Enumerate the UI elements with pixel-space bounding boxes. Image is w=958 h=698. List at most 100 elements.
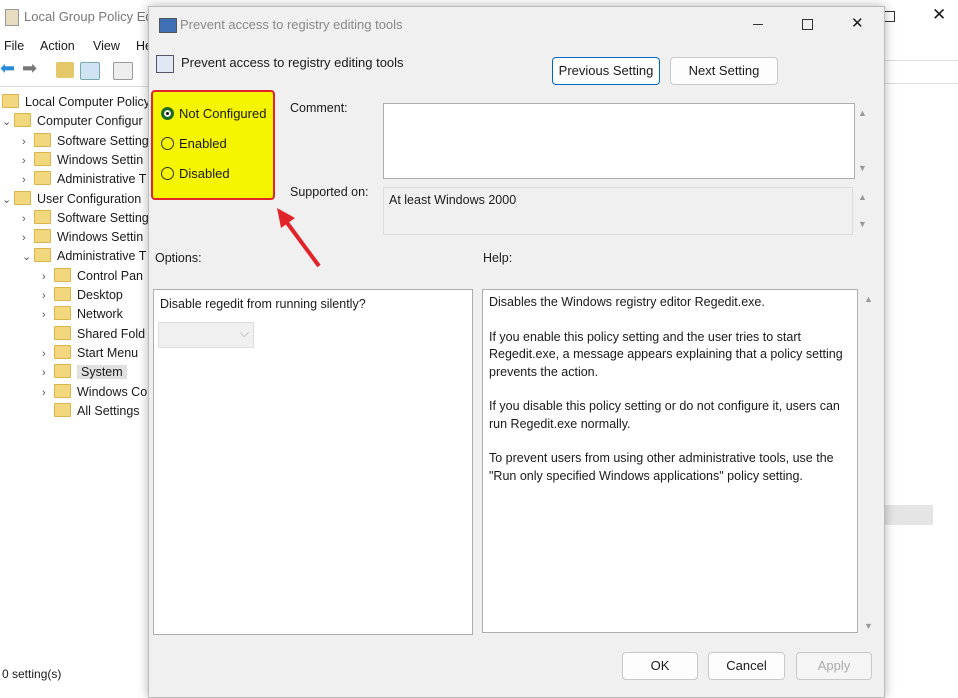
back-icon[interactable]: ⬅ <box>0 58 18 78</box>
tree-item[interactable]: ⌄ User Configuration <box>2 190 141 208</box>
chevron-down-icon[interactable]: ⌄ <box>22 248 34 266</box>
parent-window-title: Local Group Policy Edi <box>24 9 156 24</box>
parent-close-icon[interactable]: ✕ <box>932 5 946 25</box>
radio-icon <box>161 167 174 180</box>
maximize-button[interactable] <box>802 19 813 30</box>
tree-item[interactable]: › Start Menu <box>42 344 138 362</box>
option-dropdown[interactable]: ⌵ <box>158 322 254 348</box>
previous-setting-button[interactable]: Previous Setting <box>552 57 660 85</box>
radio-not-configured[interactable]: Not Configured <box>161 106 266 121</box>
menu-file[interactable]: File <box>4 39 24 53</box>
folder-icon <box>34 209 51 224</box>
parent-window-icon <box>5 9 19 26</box>
forward-icon[interactable]: ➡ <box>22 58 40 78</box>
tree-item[interactable]: › System <box>42 363 127 381</box>
tree-item-label: Administrative T <box>57 172 147 187</box>
chevron-right-icon[interactable]: › <box>42 345 54 363</box>
up-folder-icon[interactable] <box>56 62 74 78</box>
folder-icon <box>54 287 71 301</box>
tree-item-label: Local Computer Policy <box>25 95 151 109</box>
menu-view[interactable]: View <box>93 39 120 53</box>
folder-icon <box>54 267 71 282</box>
chevron-down-icon: ⌵ <box>239 326 249 340</box>
folder-icon <box>34 151 51 166</box>
radio-disabled[interactable]: Disabled <box>161 166 230 181</box>
comment-label: Comment: <box>290 101 348 115</box>
export-list-icon[interactable] <box>113 62 133 80</box>
tree-item-label: Software Setting <box>57 210 149 225</box>
radio-enabled[interactable]: Enabled <box>161 136 227 151</box>
folder-icon <box>34 248 51 263</box>
policy-dialog: Prevent access to registry editing tools… <box>148 6 885 698</box>
divider <box>0 86 148 87</box>
tree-item[interactable]: › Software Setting <box>22 132 149 150</box>
next-setting-button[interactable]: Next Setting <box>670 57 778 85</box>
folder-icon <box>54 306 71 321</box>
tree-item[interactable]: › Control Pan <box>42 267 143 285</box>
tree-item[interactable]: Local Computer Policy <box>2 93 150 111</box>
supported-scroll-down[interactable]: ▼ <box>858 219 867 229</box>
help-scroll-up[interactable]: ▲ <box>864 294 873 304</box>
radio-label: Enabled <box>179 136 227 151</box>
tree-item[interactable]: › Software Setting <box>22 209 149 227</box>
cancel-button[interactable]: Cancel <box>708 652 785 680</box>
chevron-right-icon[interactable]: › <box>22 152 34 170</box>
tree-item[interactable]: › Desktop <box>42 286 123 304</box>
chevron-right-icon[interactable]: › <box>22 133 34 151</box>
chevron-right-icon[interactable]: › <box>42 306 54 324</box>
supported-scroll-up[interactable]: ▲ <box>858 192 867 202</box>
folder-icon <box>2 94 19 108</box>
folder-icon <box>54 364 71 379</box>
policy-header: Prevent access to registry editing tools <box>181 55 404 70</box>
tree-item[interactable]: ⌄ Computer Configur <box>2 112 143 130</box>
chevron-right-icon[interactable]: › <box>22 229 34 247</box>
chevron-right-icon[interactable]: › <box>42 287 54 305</box>
comment-scroll-up[interactable]: ▲ <box>858 108 867 118</box>
help-label: Help: <box>483 251 513 265</box>
show-hide-tree-icon[interactable] <box>80 62 100 80</box>
minimize-button[interactable] <box>753 24 763 25</box>
chevron-right-icon[interactable]: › <box>42 384 54 402</box>
tree-item[interactable]: ⌄ Administrative T <box>22 247 146 265</box>
tree-item-label: Start Menu <box>77 345 139 360</box>
chevron-right-icon[interactable]: › <box>42 268 54 286</box>
dialog-title-icon <box>159 18 177 33</box>
apply-button[interactable]: Apply <box>796 652 872 680</box>
tree-item[interactable]: › Windows Settin <box>22 151 143 169</box>
tree-item-label: Control Pan <box>77 268 144 283</box>
tree-item-label: Desktop <box>77 288 123 302</box>
option-label: Disable regedit from running silently? <box>160 297 366 311</box>
help-scroll-down[interactable]: ▼ <box>864 621 873 631</box>
tree-item[interactable]: › Windows Settin <box>22 228 143 246</box>
tree-item[interactable]: Shared Fold <box>42 325 145 343</box>
parent-maximize-icon[interactable] <box>884 11 895 22</box>
folder-icon <box>54 325 71 340</box>
comment-scroll-down[interactable]: ▼ <box>858 163 867 173</box>
tree-item-label: Computer Configur <box>37 114 143 129</box>
chevron-right-icon[interactable]: › <box>22 171 34 189</box>
tree-item[interactable]: › Administrative T <box>22 170 146 188</box>
folder-icon <box>54 344 71 359</box>
menu-action[interactable]: Action <box>40 39 75 53</box>
supported-on-label: Supported on: <box>290 185 369 199</box>
tree-item-label: All Settings <box>77 403 140 418</box>
tree-item-label: Administrative T <box>57 249 147 264</box>
tree-item[interactable]: › Network <box>42 305 123 323</box>
ok-button[interactable]: OK <box>622 652 698 680</box>
tree-item[interactable]: › Windows Co <box>42 383 147 401</box>
folder-icon <box>14 113 31 128</box>
close-button[interactable]: ✕ <box>851 14 864 32</box>
options-panel: Disable regedit from running silently? ⌵ <box>153 289 473 635</box>
chevron-down-icon[interactable]: ⌄ <box>2 191 14 209</box>
radio-label: Disabled <box>179 166 230 181</box>
chevron-right-icon[interactable]: › <box>22 210 34 228</box>
folder-icon <box>14 190 31 205</box>
tree-item-label: Shared Fold <box>77 326 146 341</box>
folder-icon <box>54 402 71 417</box>
tree-item-label: Software Setting <box>57 133 149 148</box>
chevron-right-icon[interactable]: › <box>42 364 54 382</box>
comment-textarea[interactable] <box>383 103 855 179</box>
chevron-down-icon[interactable]: ⌄ <box>2 113 14 131</box>
tree-item[interactable]: All Settings <box>42 402 140 420</box>
tree-item-label: System <box>77 365 127 380</box>
